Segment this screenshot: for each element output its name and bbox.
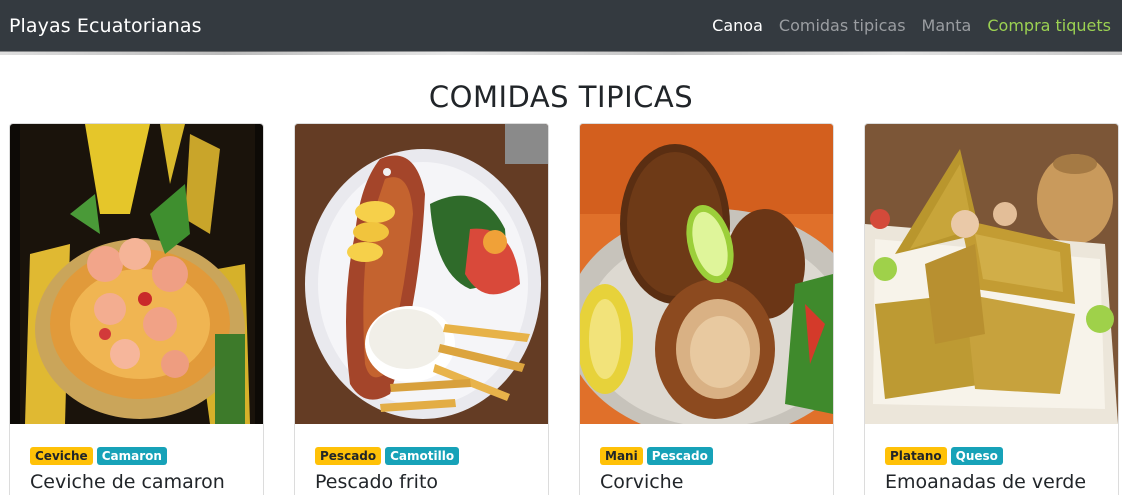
tag-badge: Camotillo xyxy=(385,447,460,465)
tag-list: Mani Pescado xyxy=(600,447,813,465)
empanadas-image xyxy=(865,124,1118,424)
tag-badge: Camaron xyxy=(96,447,167,465)
brand-link[interactable]: Playas Ecuatorianas xyxy=(9,15,202,37)
tag-badge: Pescado xyxy=(646,447,713,465)
tag-badge: Ceviche xyxy=(30,447,93,465)
card-title: Corviche xyxy=(600,471,684,493)
card-body: Ceviche Camaron Ceviche de camaron xyxy=(10,424,263,493)
corviche-image xyxy=(580,124,833,424)
tag-badge: Mani xyxy=(600,447,643,465)
nav-link-manta[interactable]: Manta xyxy=(922,16,972,35)
card-title: Ceviche de camaron xyxy=(30,471,225,493)
nav-links: Canoa Comidas tipicas Manta Compra tique… xyxy=(712,16,1111,35)
top-navbar: Playas Ecuatorianas Canoa Comidas tipica… xyxy=(0,0,1122,55)
tag-badge: Platano xyxy=(885,447,947,465)
card-title: Emoanadas de verde xyxy=(885,471,1087,493)
food-card-ceviche[interactable]: Ceviche Camaron Ceviche de camaron xyxy=(9,123,264,495)
card-body: Mani Pescado Corviche xyxy=(580,424,833,493)
ceviche-image xyxy=(10,124,263,424)
food-cards: Ceviche Camaron Ceviche de camaron Pesca… xyxy=(9,123,1119,495)
tag-list: Platano Queso xyxy=(885,447,1098,465)
nav-link-compra-tiquets[interactable]: Compra tiquets xyxy=(987,16,1111,35)
nav-link-canoa[interactable]: Canoa xyxy=(712,16,763,35)
food-card-corviche[interactable]: Mani Pescado Corviche xyxy=(579,123,834,495)
pescado-frito-image xyxy=(295,124,548,424)
nav-link-comidas-tipicas[interactable]: Comidas tipicas xyxy=(779,16,906,35)
tag-badge: Pescado xyxy=(315,447,382,465)
tag-badge: Queso xyxy=(950,447,1003,465)
card-body: Pescado Camotillo Pescado frito xyxy=(295,424,548,493)
food-card-empanadas[interactable]: Platano Queso Emoanadas de verde xyxy=(864,123,1119,495)
card-body: Platano Queso Emoanadas de verde xyxy=(865,424,1118,493)
card-title: Pescado frito xyxy=(315,471,439,493)
food-card-pescado-frito[interactable]: Pescado Camotillo Pescado frito xyxy=(294,123,549,495)
section-title: COMIDAS TIPICAS xyxy=(428,80,694,114)
tag-list: Pescado Camotillo xyxy=(315,447,528,465)
tag-list: Ceviche Camaron xyxy=(30,447,243,465)
